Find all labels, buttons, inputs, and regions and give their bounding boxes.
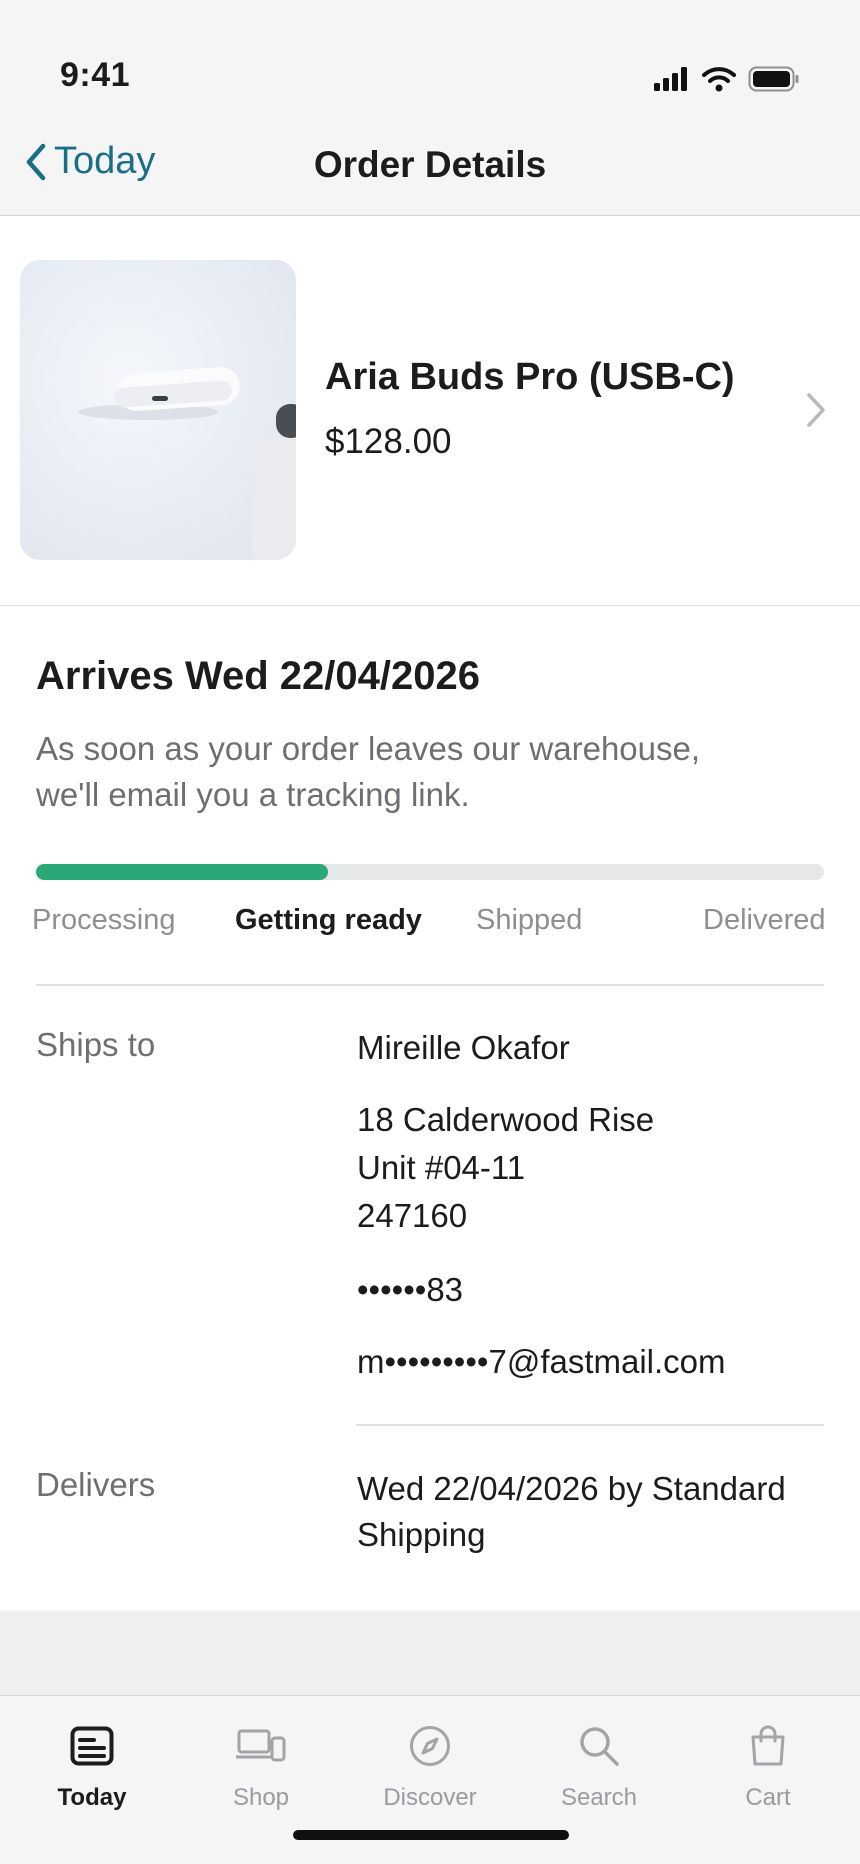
search-icon bbox=[580, 1727, 619, 1766]
tab-discover[interactable]: Discover bbox=[360, 1718, 500, 1812]
tab-label: Search bbox=[560, 1784, 638, 1811]
divider bbox=[36, 984, 824, 986]
devices-icon bbox=[236, 1729, 286, 1762]
step-processing: Processing bbox=[32, 904, 176, 936]
tab-cart[interactable]: Cart bbox=[698, 1718, 838, 1812]
step-delivered: Delivered bbox=[703, 904, 826, 936]
home-indicator bbox=[293, 1830, 569, 1840]
wifi-icon bbox=[702, 67, 736, 92]
step-getting-ready: Getting ready bbox=[235, 904, 422, 936]
ships-to-label: Ships to bbox=[36, 1026, 156, 1063]
battery-icon bbox=[748, 66, 799, 92]
product-image bbox=[20, 260, 296, 560]
chevron-right-icon bbox=[807, 393, 825, 427]
tab-today[interactable]: Today bbox=[22, 1718, 162, 1812]
delivery-section: Arrives Wed 22/04/2026 As soon as your o… bbox=[0, 606, 860, 1611]
product-name: Aria Buds Pro (USB-C) bbox=[325, 356, 735, 398]
tab-label: Discover bbox=[383, 1784, 477, 1811]
postal-code: 247160 bbox=[357, 1197, 468, 1234]
compass-icon bbox=[410, 1726, 450, 1766]
progress-fill bbox=[36, 864, 328, 880]
delivery-method: Wed 22/04/2026 by Standard Shipping bbox=[357, 1470, 786, 1553]
cellular-signal-icon bbox=[654, 67, 687, 91]
masked-email: m•••••••••7@fastmail.com bbox=[357, 1343, 726, 1380]
product-row[interactable]: Aria Buds Pro (USB-C) $128.00 bbox=[0, 216, 860, 606]
tab-label: Shop bbox=[232, 1784, 290, 1811]
recipient-name: Mireille Okafor bbox=[357, 1029, 570, 1066]
status-bar: 9:41 bbox=[0, 0, 860, 130]
step-shipped: Shipped bbox=[476, 904, 583, 936]
tab-search[interactable]: Search bbox=[529, 1718, 669, 1812]
section-spacer bbox=[0, 1611, 860, 1695]
progress-track bbox=[36, 864, 824, 880]
delivers-label: Delivers bbox=[36, 1466, 156, 1503]
page-title: Order Details bbox=[313, 144, 547, 185]
tab-shop[interactable]: Shop bbox=[191, 1718, 331, 1812]
navigation-bar: Today Order Details bbox=[0, 130, 860, 216]
arrival-heading: Arrives Wed 22/04/2026 bbox=[36, 654, 481, 698]
status-time: 9:41 bbox=[60, 56, 131, 94]
address-line-2: Unit #04-11 bbox=[357, 1149, 526, 1186]
tab-label: Today bbox=[57, 1784, 127, 1811]
masked-phone: ••••••83 bbox=[357, 1271, 464, 1308]
divider bbox=[356, 1424, 824, 1426]
product-price: $128.00 bbox=[325, 422, 452, 461]
address-line-1: 18 Calderwood Rise bbox=[357, 1101, 655, 1138]
status-icons bbox=[654, 66, 800, 92]
bag-icon bbox=[751, 1725, 785, 1766]
today-icon bbox=[70, 1726, 114, 1766]
tracking-note: As soon as your order leaves our warehou… bbox=[36, 730, 701, 813]
tab-label: Cart bbox=[745, 1784, 791, 1811]
earbuds-case-icon bbox=[78, 367, 296, 560]
